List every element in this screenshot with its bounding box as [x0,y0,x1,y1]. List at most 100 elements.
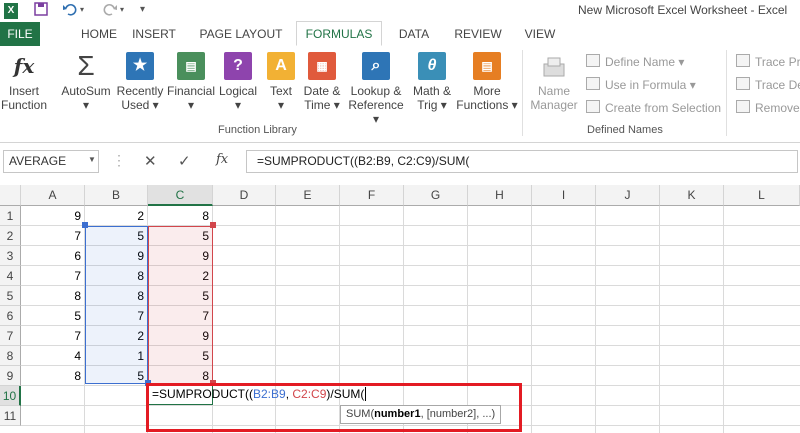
cell-a7[interactable]: 7 [21,326,85,346]
name-manager-button[interactable]: Name Manager [526,52,582,112]
insert-function-icon[interactable]: fx [216,152,228,167]
customize-toolbar-icon[interactable]: ▾ [140,4,145,20]
label: Time ▾ [304,98,340,112]
undo-icon[interactable] [62,2,78,18]
column-header-i[interactable]: I [532,185,596,206]
row-header-8[interactable]: 8 [0,346,21,366]
cell-a3[interactable]: 6 [21,246,85,266]
row-header-7[interactable]: 7 [0,326,21,346]
tab-formulas[interactable]: FORMULAS [296,21,382,46]
cancel-icon[interactable]: ✕ [144,152,157,170]
more-functions-button[interactable]: ▤ More Functions ▾ [456,52,518,112]
label: ▾ [234,98,242,112]
tab-page-layout[interactable]: PAGE LAYOUT [196,22,286,46]
math-trig-button[interactable]: θ Math & Trig ▾ [408,52,456,112]
row-header-5[interactable]: 5 [0,286,21,306]
row-header-1[interactable]: 1 [0,206,21,226]
select-all-corner[interactable] [0,185,21,206]
redo-icon[interactable] [102,2,118,18]
date-time-button[interactable]: ▦ Date & Time ▾ [300,52,344,112]
star-icon: ★ [126,52,154,80]
label: Lookup & [350,84,402,98]
fx-icon: fx [13,54,35,78]
save-icon[interactable] [34,2,48,18]
cell-a4[interactable]: 7 [21,266,85,286]
label: Text [269,84,292,98]
use-in-formula-icon [586,77,600,90]
formulas-ribbon: fx Insert Function Σ AutoSum ▾ ★ Recentl… [0,46,800,143]
label: Math & [412,84,451,98]
tab-insert[interactable]: INSERT [128,22,180,46]
trace-dependents-button[interactable]: Trace De [736,77,800,92]
cell-b1[interactable]: 2 [85,206,148,226]
row-header-3[interactable]: 3 [0,246,21,266]
enter-icon[interactable]: ✓ [178,152,191,170]
column-header-h[interactable]: H [468,185,532,206]
column-header-c[interactable]: C [148,185,213,206]
column-header-a[interactable]: A [21,185,85,206]
row-header-4[interactable]: 4 [0,266,21,286]
text-button[interactable]: A Text ▾ [262,52,300,112]
window-title: New Microsoft Excel Worksheet - Excel [578,3,788,17]
label: Reference ▾ [348,98,404,126]
tab-file[interactable]: FILE [0,22,40,46]
recently-used-button[interactable]: ★ Recently Used ▾ [115,52,165,112]
column-header-b[interactable]: B [85,185,148,206]
row-header-10[interactable]: 10 [0,386,21,406]
cell-a8[interactable]: 4 [21,346,85,366]
more-functions-icon: ▤ [473,52,501,80]
excel-logo-icon: X [4,3,18,19]
cell-a9[interactable]: 8 [21,366,85,386]
insert-function-button[interactable]: fx Insert Function [0,52,48,112]
remove-arrows-button[interactable]: Remove [736,100,800,115]
create-from-selection-button[interactable]: Create from Selection [586,100,721,115]
logical-button[interactable]: ? Logical ▾ [217,52,259,112]
financial-button[interactable]: ▤ Financial ▾ [165,52,217,112]
autosum-button[interactable]: Σ AutoSum ▾ [58,52,114,113]
column-header-d[interactable]: D [213,185,276,206]
tab-review[interactable]: REVIEW [450,22,506,46]
name-box-dropdown-icon[interactable]: ▼ [88,155,96,164]
label: Logical [218,84,258,98]
cell-c1[interactable]: 8 [148,206,213,226]
column-header-k[interactable]: K [660,185,724,206]
name-box[interactable]: AVERAGE [3,150,99,173]
column-header-j[interactable]: J [596,185,660,206]
cell-a5[interactable]: 8 [21,286,85,306]
cell-a1[interactable]: 9 [21,206,85,226]
range-handle[interactable] [82,222,88,228]
column-header-e[interactable]: E [276,185,340,206]
row-header-2[interactable]: 2 [0,226,21,246]
tab-view[interactable]: VIEW [520,22,560,46]
define-name-button[interactable]: Define Name ▾ [586,54,684,69]
row-header-6[interactable]: 6 [0,306,21,326]
group-separator [726,50,727,136]
math-icon: θ [418,52,446,80]
label: Trig ▾ [417,98,447,112]
row-header-11[interactable]: 11 [0,406,21,426]
label: Trace De [755,78,800,92]
label: ▾ [187,98,195,112]
label: ▾ [82,98,90,112]
tab-data[interactable]: DATA [392,22,436,46]
label: Create from Selection [605,101,722,115]
gridline [659,206,660,433]
column-header-f[interactable]: F [340,185,404,206]
range-handle[interactable] [210,222,216,228]
column-header-g[interactable]: G [404,185,468,206]
cell-a6[interactable]: 5 [21,306,85,326]
trace-precedents-icon [736,54,750,67]
undo-dropdown-icon[interactable]: ▾ [80,5,84,21]
formula-input[interactable]: =SUMPRODUCT((B2:B9, C2:C9)/SUM( [246,150,798,173]
trace-precedents-button[interactable]: Trace Pre [736,54,800,69]
create-from-selection-icon [586,100,600,113]
row-header-9[interactable]: 9 [0,366,21,386]
use-in-formula-button[interactable]: Use in Formula ▾ [586,77,696,92]
redo-dropdown-icon[interactable]: ▾ [120,5,124,21]
title-bar: X ▾ ▾ ▾ New Microsoft Excel Worksheet - … [0,0,800,22]
label: Recently [116,84,164,98]
cell-a2[interactable]: 7 [21,226,85,246]
column-header-l[interactable]: L [724,185,800,206]
tab-home[interactable]: HOME [74,22,124,46]
lookup-reference-button[interactable]: ⌕ Lookup & Reference ▾ [344,52,408,126]
